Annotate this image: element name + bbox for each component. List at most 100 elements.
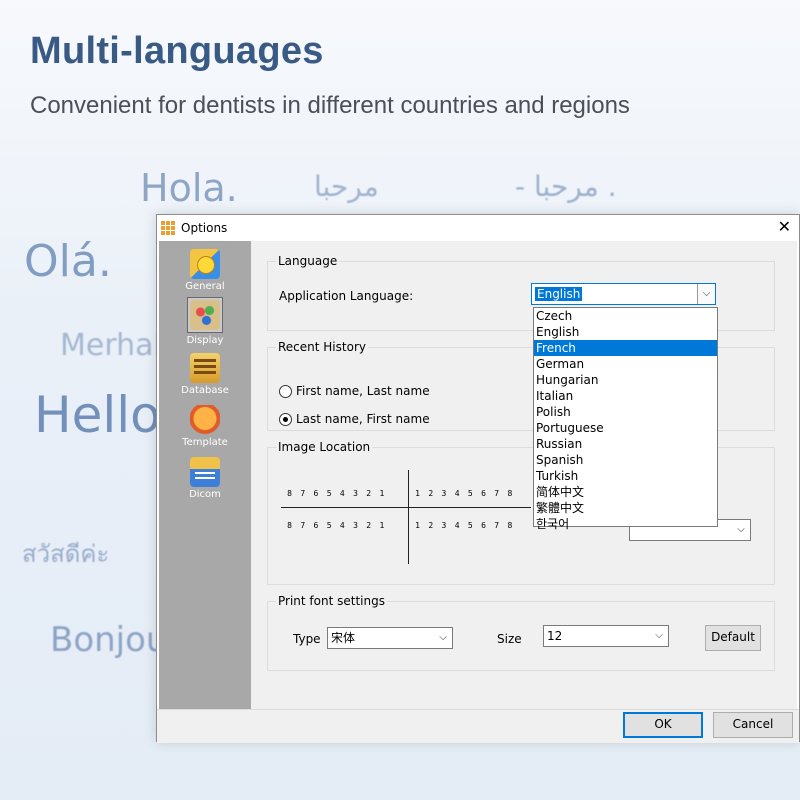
dialog-button-bar: OK Cancel: [157, 709, 799, 743]
image-location-title: Image Location: [276, 440, 373, 454]
sidebar-item-template[interactable]: Template: [159, 405, 251, 448]
language-option[interactable]: Spanish: [534, 452, 717, 468]
tooth-number[interactable]: 5: [464, 521, 477, 530]
chevron-down-icon[interactable]: ⌵: [697, 284, 715, 304]
ok-button[interactable]: OK: [623, 712, 703, 738]
tooth-number[interactable]: 1: [411, 489, 424, 498]
banner-headline: Multi-languages: [30, 30, 324, 72]
palette-icon: [190, 300, 220, 330]
tooth-number[interactable]: 6: [309, 521, 322, 530]
chevron-down-icon[interactable]: ⌵: [650, 626, 668, 646]
tooth-number[interactable]: 1: [411, 521, 424, 530]
tooth-number[interactable]: 6: [477, 489, 490, 498]
language-option[interactable]: Polish: [534, 404, 717, 420]
tooth-row-lower-left: 87654321: [283, 521, 389, 530]
tooth-row-lower-right: 12345678: [411, 521, 517, 530]
radio-label: Last name, First name: [296, 412, 430, 426]
language-option[interactable]: Portuguese: [534, 420, 717, 436]
tooth-number[interactable]: 8: [283, 489, 296, 498]
tooth-number[interactable]: 2: [362, 521, 375, 530]
sidebar-item-database[interactable]: Database: [159, 353, 251, 396]
database-icon: [190, 353, 220, 383]
title-bar[interactable]: Options ✕: [157, 215, 799, 241]
sidebar-item-dicom[interactable]: Dicom: [159, 457, 251, 500]
tooth-row-upper-left: 87654321: [283, 489, 389, 498]
language-option[interactable]: 한국어: [534, 516, 717, 532]
radio-last-first[interactable]: Last name, First name: [279, 412, 430, 426]
font-type-select[interactable]: 宋体 ⌵: [327, 627, 453, 649]
sidebar-item-display[interactable]: Display: [159, 297, 251, 346]
tooth-number[interactable]: 2: [362, 489, 375, 498]
greeting-bonjour: Bonjou: [50, 620, 168, 660]
options-dialog: Options ✕ General Display Database Templ…: [156, 214, 800, 743]
language-option[interactable]: Russian: [534, 436, 717, 452]
language-option[interactable]: Italian: [534, 388, 717, 404]
tooth-number[interactable]: 7: [296, 489, 309, 498]
language-option[interactable]: English: [534, 324, 717, 340]
tooth-number[interactable]: 3: [349, 489, 362, 498]
print-font-title: Print font settings: [276, 594, 387, 608]
close-icon[interactable]: ✕: [778, 219, 791, 235]
sidebar-selection-frame: [187, 297, 223, 333]
language-option[interactable]: 简体中文: [534, 484, 717, 500]
radio-label: First name, Last name: [296, 384, 430, 398]
tooth-number[interactable]: 8: [503, 489, 516, 498]
language-group-title: Language: [276, 254, 340, 268]
app-language-select[interactable]: English ⌵: [531, 283, 716, 305]
language-dropdown-list: Czech English French German Hungarian It…: [533, 307, 718, 531]
tooth-number[interactable]: 5: [323, 489, 336, 498]
tooth-number[interactable]: 3: [437, 489, 450, 498]
tooth-number[interactable]: 4: [451, 489, 464, 498]
tooth-row-upper-right: 12345678: [411, 489, 517, 498]
tooth-number[interactable]: 6: [309, 489, 322, 498]
language-option[interactable]: Turkish: [534, 468, 717, 484]
tooth-number[interactable]: 7: [490, 489, 503, 498]
language-option[interactable]: Hungarian: [534, 372, 717, 388]
sidebar-item-label: Dicom: [189, 489, 221, 500]
language-option-highlighted[interactable]: French: [534, 340, 717, 356]
tooth-number[interactable]: 4: [451, 521, 464, 530]
sidebar-item-label: Template: [182, 437, 228, 448]
sidebar-item-label: General: [185, 281, 225, 292]
tooth-number[interactable]: 1: [375, 521, 388, 530]
default-button[interactable]: Default: [705, 625, 761, 651]
language-option[interactable]: 繁體中文: [534, 500, 717, 516]
options-sidebar: General Display Database Template Dicom: [159, 241, 251, 709]
font-type-value: 宋体: [331, 631, 356, 645]
tooth-number[interactable]: 8: [503, 521, 516, 530]
tooth-number[interactable]: 4: [336, 489, 349, 498]
sidebar-item-general[interactable]: General: [159, 249, 251, 292]
tooth-number[interactable]: 4: [336, 521, 349, 530]
tooth-number[interactable]: 3: [437, 521, 450, 530]
tooth-number[interactable]: 7: [490, 521, 503, 530]
recent-history-title: Recent History: [276, 340, 368, 354]
radio-button[interactable]: [279, 412, 292, 426]
tooth-number[interactable]: 2: [424, 521, 437, 530]
tooth-number[interactable]: 6: [477, 521, 490, 530]
tooth-number[interactable]: 1: [375, 489, 388, 498]
language-option[interactable]: German: [534, 356, 717, 372]
language-option[interactable]: Czech: [534, 308, 717, 324]
size-label: Size: [497, 632, 522, 646]
tooth-number[interactable]: 2: [424, 489, 437, 498]
banner-subline: Convenient for dentists in different cou…: [30, 92, 630, 119]
type-label: Type: [293, 632, 321, 646]
chevron-down-icon[interactable]: ⌵: [434, 628, 452, 648]
tooth-chart-vertical-line: [408, 470, 409, 564]
greeting-ola: Olá.: [24, 236, 112, 287]
radio-button[interactable]: [279, 384, 292, 398]
greeting-hello: Hello: [34, 386, 161, 444]
tooth-number[interactable]: 5: [464, 489, 477, 498]
tooth-number[interactable]: 3: [349, 521, 362, 530]
tooth-chart-horizontal-line: [281, 507, 531, 508]
chevron-down-icon[interactable]: ⌵: [732, 520, 750, 540]
tooth-number[interactable]: 8: [283, 521, 296, 530]
tooth-number[interactable]: 5: [323, 521, 336, 530]
greeting-hola: Hola.: [140, 166, 238, 210]
app-language-label: Application Language:: [279, 289, 414, 303]
cancel-button[interactable]: Cancel: [713, 712, 793, 738]
font-size-value: 12: [547, 629, 563, 643]
tooth-number[interactable]: 7: [296, 521, 309, 530]
font-size-select[interactable]: 12 ⌵: [543, 625, 669, 647]
radio-first-last[interactable]: First name, Last name: [279, 384, 430, 398]
